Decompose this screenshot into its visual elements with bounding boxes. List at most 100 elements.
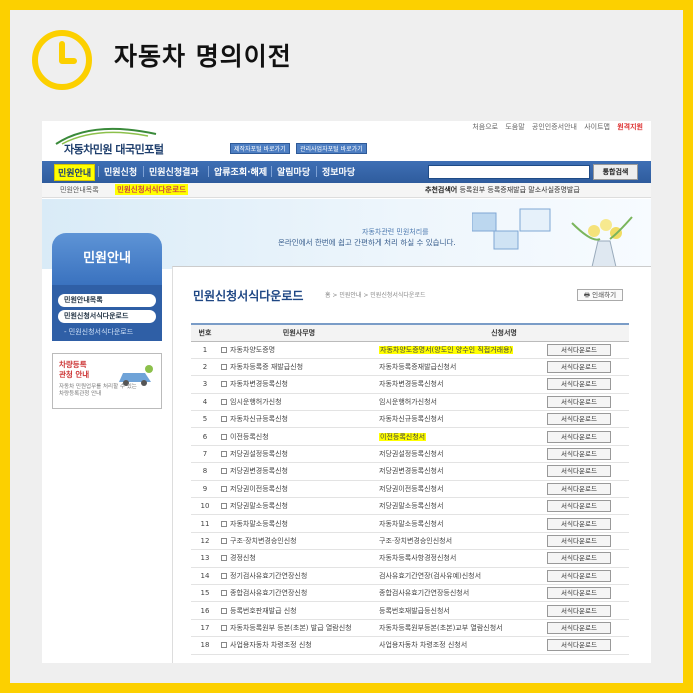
row-name[interactable]: 저당권이전등록신청 bbox=[219, 480, 379, 499]
nav-item-apply[interactable]: 민원신청 bbox=[104, 165, 137, 178]
row-name[interactable]: 자동차양도증명 bbox=[219, 341, 379, 359]
download-button[interactable]: 서식다운로드 bbox=[547, 378, 611, 391]
row-number: 6 bbox=[191, 427, 219, 446]
row-number: 17 bbox=[191, 619, 219, 638]
download-button[interactable]: 서식다운로드 bbox=[547, 430, 611, 443]
download-button[interactable]: 서식다운로드 bbox=[547, 413, 611, 426]
row-number: 9 bbox=[191, 480, 219, 499]
download-button[interactable]: 서식다운로드 bbox=[547, 395, 611, 408]
row-form: 등록번호재발급등신청서 bbox=[379, 601, 547, 620]
row-download: 서식다운로드 bbox=[547, 514, 629, 533]
row-name[interactable]: 임시운행허가신청 bbox=[219, 393, 379, 412]
row-number: 5 bbox=[191, 410, 219, 429]
row-number: 8 bbox=[191, 462, 219, 481]
row-name[interactable]: 이전등록신청 bbox=[219, 427, 379, 446]
table-row: 10 저당권말소등록신청 저당권말소등록신청서 서식다운로드 bbox=[191, 497, 629, 516]
row-name[interactable]: 자동차변경등록신청 bbox=[219, 375, 379, 394]
sidebar-item-forms[interactable]: 민원신청서식다운로드 bbox=[58, 310, 156, 323]
row-name[interactable]: 저당권변경등록신청 bbox=[219, 462, 379, 481]
row-name-text: 저당권말소등록신청 bbox=[230, 502, 288, 511]
sidebar-item-list[interactable]: 민원안내목록 bbox=[58, 294, 156, 307]
nav-item-info[interactable]: 정보마당 bbox=[322, 165, 355, 178]
row-name[interactable]: 저당권설정등록신청 bbox=[219, 445, 379, 464]
row-form-text: 자동차등록원부등본(초본)교부 열람신청서 bbox=[379, 623, 503, 632]
search-button[interactable]: 통합검색 bbox=[593, 164, 638, 180]
table-row: 16 등록번호판재발급 신청 등록번호재발급등신청서 서식다운로드 bbox=[191, 601, 629, 620]
row-form-text: 자동차말소등록신청서 bbox=[379, 519, 444, 528]
print-button[interactable]: 🖶 인쇄하기 bbox=[577, 289, 623, 301]
row-number: 12 bbox=[191, 532, 219, 551]
row-name[interactable]: 저당권말소등록신청 bbox=[219, 497, 379, 516]
nav-item-result[interactable]: 민원신청결과 bbox=[149, 165, 199, 178]
download-button[interactable]: 서식다운로드 bbox=[547, 343, 611, 356]
row-name[interactable]: 경정신청 bbox=[219, 549, 379, 568]
nav-item-guide[interactable]: 민원안내 bbox=[54, 164, 96, 181]
download-button[interactable]: 서식다운로드 bbox=[547, 448, 611, 461]
header-name: 민원사무명 bbox=[219, 323, 379, 342]
subnav-item-forms[interactable]: 민원신청서식다운로드 bbox=[115, 184, 188, 195]
registration-office-banner[interactable]: 차량등록 관청 안내 자동차 민원업무를 처리할 수 있는 차량등록관청 안내 bbox=[52, 353, 162, 409]
download-button[interactable]: 서식다운로드 bbox=[547, 587, 611, 600]
row-name-text: 저당권설정등록신청 bbox=[230, 450, 288, 459]
doc-icon bbox=[221, 485, 227, 492]
row-form-text: 임시운행허가신청서 bbox=[379, 397, 437, 406]
cert-link[interactable]: 공인인증서안내 bbox=[532, 123, 577, 131]
download-button[interactable]: 서식다운로드 bbox=[547, 482, 611, 495]
row-name-text: 이전등록신청 bbox=[230, 432, 269, 441]
site-logo[interactable]: 자동차민원 대국민포털 bbox=[64, 141, 164, 157]
row-download: 서식다운로드 bbox=[547, 619, 629, 638]
row-name[interactable]: 등록번호판재발급 신청 bbox=[219, 601, 379, 620]
download-button[interactable]: 서식다운로드 bbox=[547, 621, 611, 634]
subnav-item-list[interactable]: 민원안내목록 bbox=[60, 185, 99, 195]
table-row: 12 구조·장치변경승인신청 구조·장치변경승인신청서 서식다운로드 bbox=[191, 532, 629, 551]
nav-item-notice[interactable]: 알림마당 bbox=[277, 165, 310, 178]
download-button[interactable]: 서식다운로드 bbox=[547, 465, 611, 478]
sidebar-subitem-forms[interactable]: - 민원신청서식다운로드 bbox=[58, 326, 156, 338]
maker-portal-button[interactable]: 제작자포털 바로가기 bbox=[230, 143, 290, 154]
doc-icon bbox=[221, 433, 227, 440]
help-link[interactable]: 도움말 bbox=[505, 123, 524, 131]
row-number: 10 bbox=[191, 497, 219, 516]
download-button[interactable]: 서식다운로드 bbox=[547, 552, 611, 565]
banner-illustration bbox=[472, 208, 633, 268]
download-button[interactable]: 서식다운로드 bbox=[547, 500, 611, 513]
download-button[interactable]: 서식다운로드 bbox=[547, 361, 611, 374]
row-download: 서식다운로드 bbox=[547, 601, 629, 620]
doc-icon bbox=[221, 572, 227, 579]
row-form-text: 자동차변경등록신청서 bbox=[379, 380, 444, 389]
home-link[interactable]: 처음으로 bbox=[472, 123, 498, 131]
row-form: 검사유효기간연장(검사유예)신청서 bbox=[379, 567, 547, 585]
download-button[interactable]: 서식다운로드 bbox=[547, 604, 611, 617]
remote-support-link[interactable]: 원격지원 bbox=[617, 123, 643, 131]
download-button[interactable]: 서식다운로드 bbox=[547, 639, 611, 652]
business-portal-button[interactable]: 관리사업자포털 바로가기 bbox=[296, 143, 367, 154]
row-name[interactable]: 종합검사유효기간연장신청 bbox=[219, 584, 379, 603]
row-form-text: 저당권말소등록신청서 bbox=[379, 502, 444, 511]
row-name[interactable]: 정기검사유효기간연장신청 bbox=[219, 567, 379, 585]
row-number: 14 bbox=[191, 567, 219, 585]
sitemap-link[interactable]: 사이트맵 bbox=[584, 123, 610, 131]
print-icon: 🖶 bbox=[583, 291, 591, 299]
row-number: 11 bbox=[191, 514, 219, 533]
table-row: 13 경정신청 자동차등록사항경정신청서 서식다운로드 bbox=[191, 549, 629, 568]
row-name-text: 사업용자동차 차령조정 신청 bbox=[230, 641, 312, 650]
row-name[interactable]: 자동차등록원부 등본(초본) 발급 열람신청 bbox=[219, 619, 379, 638]
row-name[interactable]: 자동차신규등록신청 bbox=[219, 410, 379, 429]
row-name[interactable]: 자동차등록증 재발급신청 bbox=[219, 358, 379, 377]
download-button[interactable]: 서식다운로드 bbox=[547, 569, 611, 582]
nav-divider bbox=[143, 166, 144, 177]
row-name[interactable]: 구조·장치변경승인신청 bbox=[219, 532, 379, 551]
row-name[interactable]: 사업용자동차 차령조정 신청 bbox=[219, 636, 379, 655]
row-name[interactable]: 자동차말소등록신청 bbox=[219, 514, 379, 533]
download-button[interactable]: 서식다운로드 bbox=[547, 517, 611, 530]
doc-icon bbox=[221, 590, 227, 597]
row-form-text: 등록번호재발급등신청서 bbox=[379, 606, 450, 615]
row-name-text: 경정신청 bbox=[230, 554, 256, 563]
nav-item-seizure[interactable]: 압류조회·해제 bbox=[214, 165, 267, 178]
row-download: 서식다운로드 bbox=[547, 341, 629, 359]
recommend-list[interactable]: 등록원부 등록증재발급 말소사실증명발급 bbox=[459, 186, 579, 194]
download-button[interactable]: 서식다운로드 bbox=[547, 534, 611, 547]
search-input[interactable] bbox=[428, 165, 590, 179]
header-no: 번호 bbox=[191, 323, 219, 342]
banner-line-2: 온라인에서 한번에 쉽고 간편하게 처리 하실 수 있습니다. bbox=[278, 238, 456, 247]
